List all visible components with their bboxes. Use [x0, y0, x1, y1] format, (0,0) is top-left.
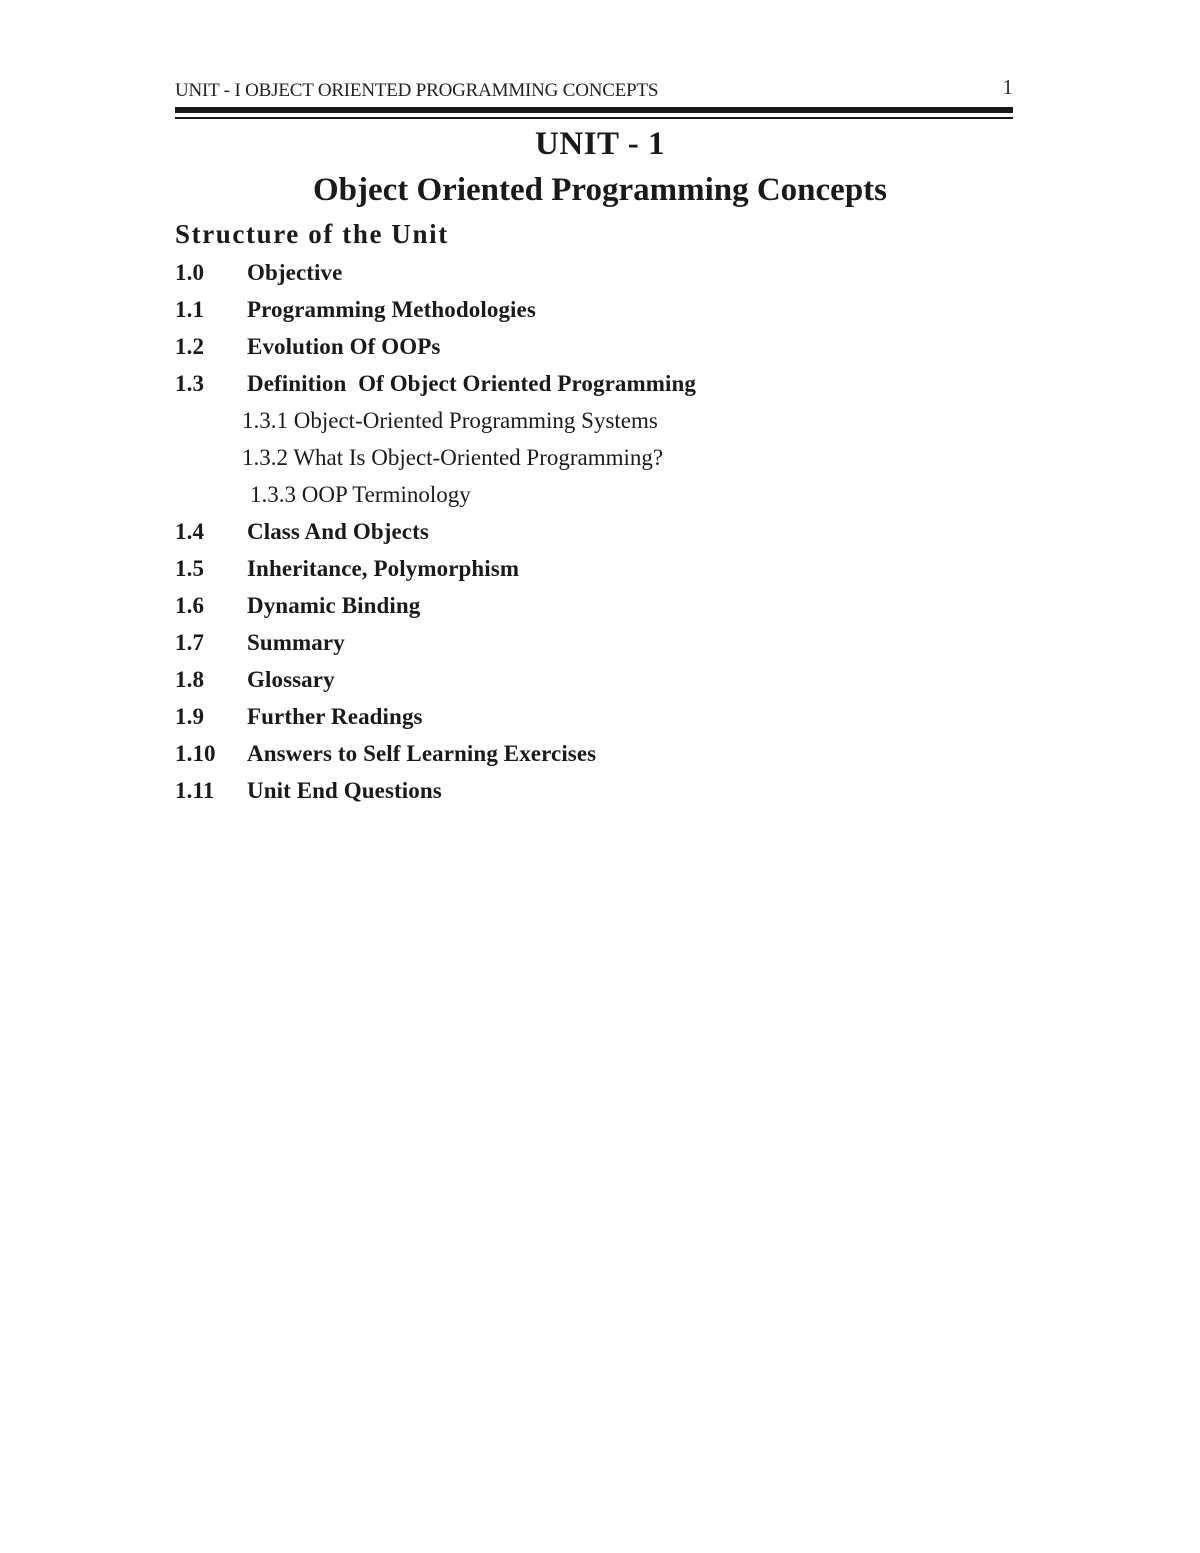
toc-item-label: Glossary [247, 667, 335, 692]
toc-item-number: 1.5 [175, 556, 205, 581]
toc-item-number: 1.1 [175, 297, 205, 322]
toc-item[interactable]: 1.1 Programming Methodologies [175, 295, 1015, 332]
toc-item-label: Definition Of Object Oriented Programmin… [247, 371, 697, 396]
toc-item-number: 1.6 [175, 593, 205, 618]
toc-item-number: 1.8 [175, 667, 205, 692]
toc-item-label: Inheritance, Polymorphism [247, 556, 520, 581]
toc-subitem-label: 1.3.2 What Is Object-Oriented Programmin… [242, 445, 664, 470]
toc-item-number: 1.10 [175, 741, 216, 766]
toc-item[interactable]: 1.10 Answers to Self Learning Exercises [175, 739, 1015, 776]
toc-item-label: Dynamic Binding [247, 593, 421, 618]
toc-item-label: Further Readings [247, 704, 423, 729]
toc-item[interactable]: 1.8 Glossary [175, 665, 1015, 702]
toc-item-number: 1.9 [175, 704, 205, 729]
toc-item-number: 1.0 [175, 260, 205, 285]
toc-item-label: Summary [247, 630, 345, 655]
toc-item[interactable]: 1.3 Definition Of Object Oriented Program… [175, 369, 1015, 406]
toc-item[interactable]: 1.9 Further Readings [175, 702, 1015, 739]
running-header: UNIT - I OBJECT ORIENTED PROGRAMMING CON… [175, 75, 1013, 106]
toc-item-number: 1.11 [175, 778, 215, 803]
running-header-text: UNIT - I OBJECT ORIENTED PROGRAMMING CON… [175, 80, 659, 101]
toc-item[interactable]: 1.4 Class And Objects [175, 517, 1015, 554]
header-double-rule [175, 107, 1013, 119]
toc-item-label: Answers to Self Learning Exercises [247, 741, 597, 766]
toc-item-label: Class And Objects [247, 519, 429, 544]
unit-title: UNIT - 1 [535, 126, 665, 162]
table-of-contents: 1.0 Objective 1.1 Programming Methodologies… [175, 258, 1015, 813]
toc-item[interactable]: 1.3.3 OOP Terminology [175, 480, 1015, 517]
toc-item-label: Programming Methodologies [247, 297, 536, 322]
unit-subtitle: Object Oriented Programming Concepts [312, 172, 888, 208]
toc-item-label: Objective [247, 260, 343, 285]
page-number: 1 [1002, 75, 1014, 99]
toc-item[interactable]: 1.11 Unit End Questions [175, 776, 1015, 813]
toc-item-label: Evolution Of OOPs [247, 334, 441, 359]
toc-item-number: 1.2 [175, 334, 205, 359]
toc-item-number: 1.7 [175, 630, 205, 655]
structure-of-unit-heading: Structure of the Unit [175, 219, 449, 249]
toc-subitem-label: 1.3.3 OOP Terminology [250, 482, 471, 507]
document-page: UNIT - I OBJECT ORIENTED PROGRAMMING CON… [0, 0, 1200, 1553]
toc-item[interactable]: 1.5 Inheritance, Polymorphism [175, 554, 1015, 591]
toc-item-number: 1.3 [175, 371, 205, 396]
toc-item[interactable]: 1.3.1 Object-Oriented Programming System… [175, 406, 1015, 443]
toc-item[interactable]: 1.6 Dynamic Binding [175, 591, 1015, 628]
toc-subitem-label: 1.3.1 Object-Oriented Programming System… [242, 408, 658, 433]
toc-item[interactable]: 1.7 Summary [175, 628, 1015, 665]
toc-item-label: Unit End Questions [247, 778, 442, 803]
toc-item[interactable]: 1.2 Evolution Of OOPs [175, 332, 1015, 369]
toc-item[interactable]: 1.0 Objective [175, 258, 1015, 295]
toc-item-number: 1.4 [175, 519, 205, 544]
toc-item[interactable]: 1.3.2 What Is Object-Oriented Programmin… [175, 443, 1015, 480]
header-rule-thin [175, 117, 1013, 119]
